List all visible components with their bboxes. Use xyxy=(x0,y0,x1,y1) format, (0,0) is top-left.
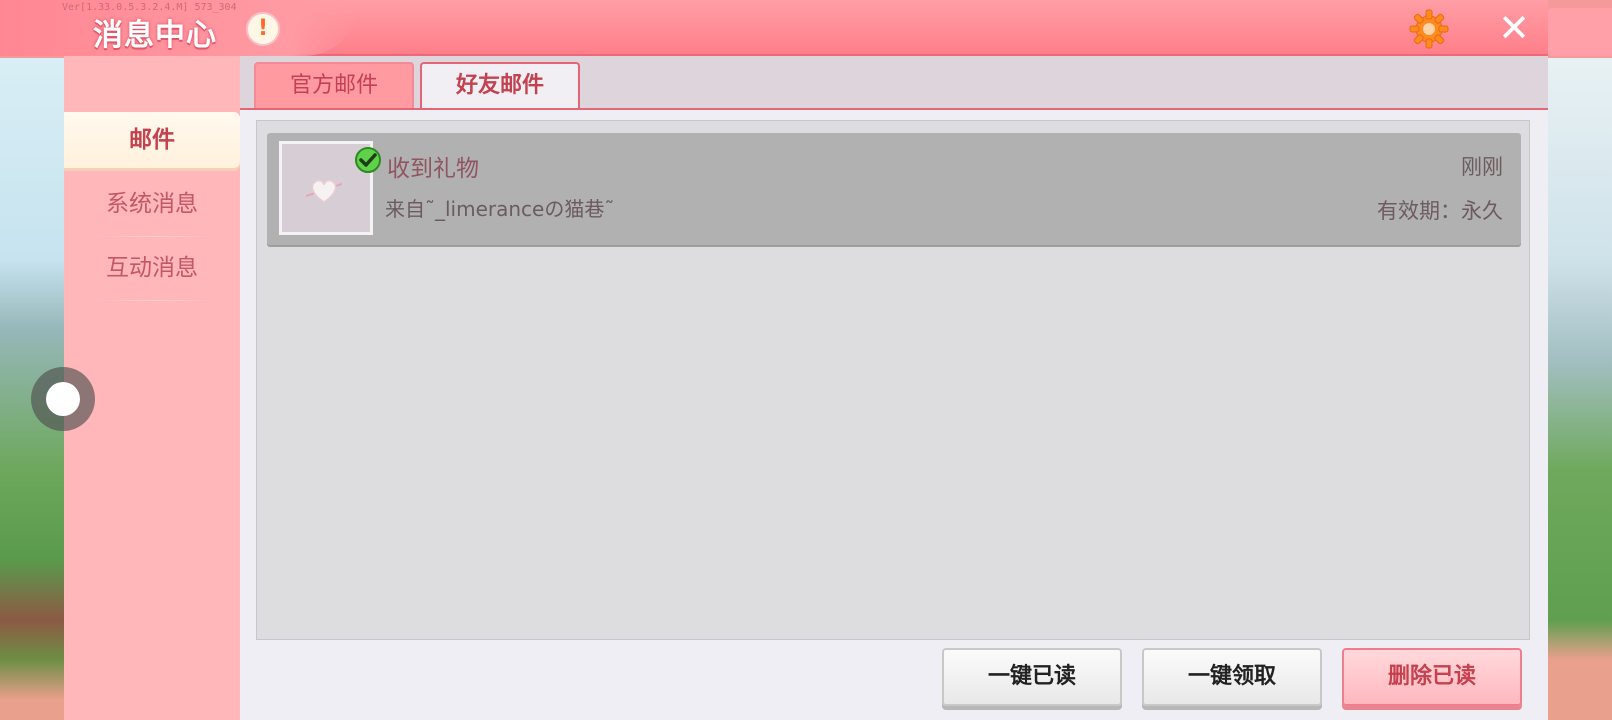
tab-friend-mail[interactable]: 好友邮件 xyxy=(420,62,580,114)
close-icon[interactable]: ✕ xyxy=(1496,9,1532,47)
mail-time: 刚刚 xyxy=(1461,155,1503,179)
heart-icon xyxy=(306,179,342,203)
title-bar: Ver[1.33.0.5.3.2.4.M] 573_304 消息中心 ! ✕ xyxy=(0,0,1548,56)
tab-official-mail[interactable]: 官方邮件 xyxy=(254,62,414,110)
mail-content-area: 收到礼物 来自˜_limeranceの猫巷˜ 刚刚 有效期：永久 一键已读 一键… xyxy=(240,108,1548,720)
alert-icon[interactable]: ! xyxy=(246,12,280,46)
sidebar-divider xyxy=(94,300,216,301)
background-scenery-right xyxy=(1545,0,1612,720)
mail-expiry: 有效期：永久 xyxy=(1377,199,1503,223)
main-panel: 官方邮件 好友邮件 收到礼物 来自˜_limeranceの猫巷˜ 刚刚 有效期：… xyxy=(240,56,1548,720)
gear-icon[interactable] xyxy=(1408,8,1450,50)
side-panel-tab[interactable] xyxy=(1548,8,1612,56)
sidebar-divider xyxy=(94,236,216,237)
sidebar-item-interaction-messages[interactable]: 互动消息 xyxy=(64,240,240,296)
delete-read-button[interactable]: 删除已读 xyxy=(1342,648,1522,706)
joystick-control[interactable] xyxy=(31,367,95,431)
sidebar-item-mail[interactable]: 邮件 xyxy=(64,112,240,168)
sidebar-item-system-messages[interactable]: 系统消息 xyxy=(64,176,240,232)
page-title: 消息中心 xyxy=(93,18,217,53)
mail-sender: 来自˜_limeranceの猫巷˜ xyxy=(385,197,615,221)
joystick-knob[interactable] xyxy=(46,382,80,416)
mail-list[interactable]: 收到礼物 来自˜_limeranceの猫巷˜ 刚刚 有效期：永久 xyxy=(256,120,1530,640)
claim-all-button[interactable]: 一键领取 xyxy=(1142,648,1322,706)
read-all-button[interactable]: 一键已读 xyxy=(942,648,1122,706)
background-scenery-left xyxy=(0,0,70,720)
check-icon xyxy=(355,147,381,173)
gift-thumbnail xyxy=(279,141,381,235)
mail-subject: 收到礼物 xyxy=(387,156,479,182)
mail-list-item[interactable]: 收到礼物 来自˜_limeranceの猫巷˜ 刚刚 有效期：永久 xyxy=(267,133,1521,245)
